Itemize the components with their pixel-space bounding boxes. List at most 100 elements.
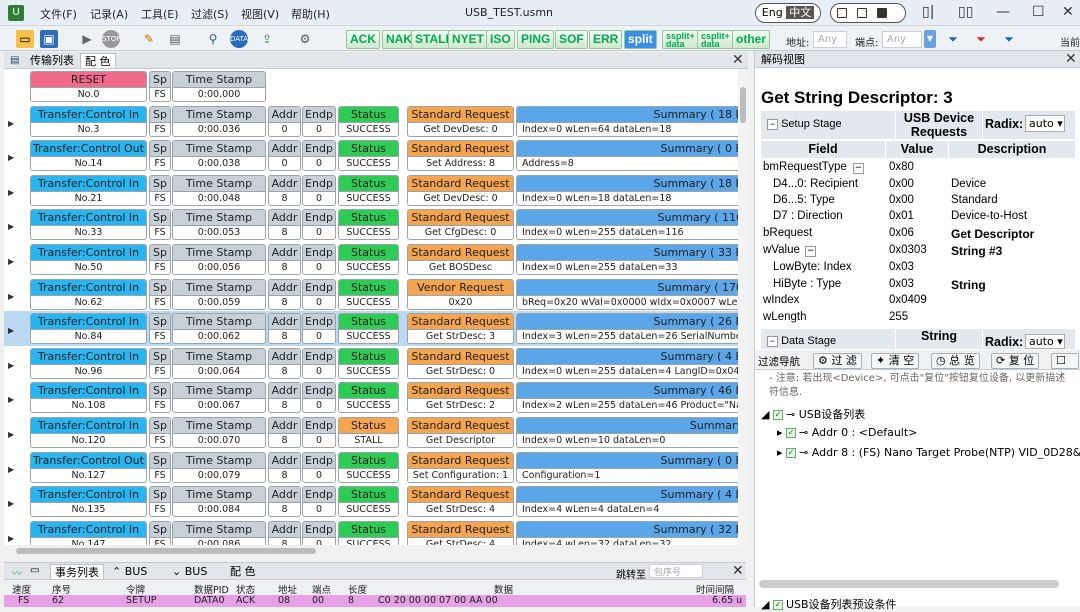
- settings-gear-icon[interactable]: ⚙: [296, 30, 314, 48]
- transfer-row[interactable]: ▶ Transfer:Control In No.21 Sp FS Time Stamp 0…: [4, 173, 744, 208]
- radix-select-2[interactable]: auto ▾: [1025, 334, 1065, 349]
- transaction-column-header[interactable]: 状态: [236, 582, 255, 596]
- edit-icon[interactable]: ✎: [140, 30, 158, 48]
- filter-ack-button[interactable]: ACK: [346, 30, 380, 49]
- reset-row[interactable]: RESET No.0 Sp FS Time Stamp 0:00.000: [4, 69, 744, 104]
- tab-color-scheme[interactable]: 配 色: [80, 53, 116, 68]
- open-folder-icon[interactable]: ▭: [16, 30, 34, 48]
- filter-csplit-data-button[interactable]: csplit+ data: [697, 30, 734, 49]
- close-icon[interactable]: ✕: [1062, 4, 1074, 20]
- expand-arrow-icon[interactable]: ▶: [8, 395, 14, 404]
- layout-icon[interactable]: [837, 8, 847, 18]
- expand-arrow-icon[interactable]: ▶: [8, 430, 14, 439]
- transaction-column-header[interactable]: 速度: [12, 582, 31, 596]
- menu-record[interactable]: 记录(A): [90, 6, 128, 22]
- waveform-icon[interactable]: 〰: [12, 565, 22, 580]
- layout-icon[interactable]: [857, 8, 867, 18]
- collapse-icon[interactable]: −: [767, 335, 778, 347]
- transaction-row[interactable]: FS 62 SETUP DATA0 ACK 08 00 8 C0 20 00 00 07 00 …: [4, 595, 746, 607]
- transfer-list[interactable]: RESET No.0 Sp FS Time Stamp 0:00.000 ▶ Trans…: [4, 69, 744, 545]
- preset-node[interactable]: ◢ ✓ USB设备列表预设条件: [761, 596, 897, 612]
- transaction-column-header[interactable]: 地址: [278, 582, 297, 596]
- list-vertical-scrollbar[interactable]: [738, 69, 748, 545]
- transfer-row[interactable]: ▶ Transfer:Control In No.120 Sp FS Time Stamp…: [4, 415, 744, 450]
- menu-view[interactable]: 视图(V): [241, 6, 279, 22]
- expand-arrow-icon[interactable]: ▶: [8, 153, 14, 162]
- notes-icon[interactable]: ▤: [166, 30, 184, 48]
- export-icon[interactable]: ⇪: [258, 30, 276, 48]
- transfer-row[interactable]: ▶ Transfer:Control In No.62 Sp FS Time Stamp 0…: [4, 277, 744, 312]
- filter-funnel-icon[interactable]: ⏷: [944, 30, 962, 48]
- transfer-row[interactable]: ▶ Transfer:Control Out No.127 Sp FS Time Stam…: [4, 450, 744, 485]
- close-bottom-icon[interactable]: ✕: [732, 563, 744, 579]
- filter-other-button[interactable]: other: [732, 30, 770, 49]
- menu-help[interactable]: 帮助(H): [291, 6, 330, 22]
- panel-icon[interactable]: ▯▯: [958, 4, 973, 20]
- expand-arrow-icon[interactable]: ▶: [8, 534, 14, 543]
- maximize-icon[interactable]: ☐: [1032, 4, 1045, 20]
- collapse-icon[interactable]: −: [805, 246, 816, 257]
- transfer-row[interactable]: ▶ Transfer:Control In No.50 Sp FS Time Stamp 0…: [4, 242, 744, 277]
- layout-switcher[interactable]: [830, 3, 906, 23]
- export-checkbox[interactable]: ☐ 导: [1051, 353, 1079, 369]
- expand-arrow-icon[interactable]: ▶: [8, 465, 14, 474]
- tab-bus-2[interactable]: ⌄ BUS: [168, 564, 211, 579]
- tab-color-scheme-bottom[interactable]: 配 色: [226, 564, 260, 579]
- list-horizontal-scrollbar[interactable]: [4, 545, 744, 557]
- filter-ssplit-data-button[interactable]: ssplit+ data: [662, 30, 699, 49]
- menu-filter[interactable]: 过滤(S): [191, 6, 229, 22]
- expand-arrow-icon[interactable]: ▶: [8, 292, 14, 301]
- filter-split-button[interactable]: split: [624, 30, 657, 49]
- addr8-node[interactable]: ▸ ✓ ⊸ Addr 8 : (FS) Nano Target Probe(NTP…: [777, 446, 1080, 459]
- filter-err-button[interactable]: ERR: [589, 30, 623, 49]
- minimize-icon[interactable]: —: [996, 4, 1010, 20]
- play-icon[interactable]: ▶: [78, 30, 96, 48]
- transfer-row[interactable]: ▶ Transfer:Control In No.147 Sp FS Time Stamp…: [4, 519, 744, 545]
- transfer-row[interactable]: ▶ Transfer:Control In No.33 Sp FS Time Stamp 0…: [4, 207, 744, 242]
- endpoint-input[interactable]: Any: [882, 31, 922, 48]
- tab-bus-1[interactable]: ⌃ BUS: [108, 564, 151, 579]
- transfer-row[interactable]: ▶ Transfer:Control In No.96 Sp FS Time Stamp 0…: [4, 346, 744, 381]
- reset-button[interactable]: ⟳ 复 位: [991, 353, 1040, 369]
- collapse-icon[interactable]: −: [767, 118, 778, 130]
- pin-icon[interactable]: ▯|: [922, 4, 934, 20]
- data-stage-header[interactable]: − Data Stage: [761, 329, 895, 349]
- transfer-row[interactable]: ▶ Transfer:Control In No.3 Sp FS Time Stamp 0:…: [4, 104, 744, 139]
- tab-transaction-list[interactable]: 事务列表: [50, 564, 104, 579]
- expand-arrow-icon[interactable]: ▶: [8, 119, 14, 128]
- transfer-row[interactable]: ▶ Transfer:Control Out No.14 Sp FS Time Stamp…: [4, 138, 744, 173]
- device-list-node[interactable]: ◢ ✓ ⊸ USB设备列表: [761, 406, 865, 422]
- jump-input[interactable]: 包序号: [649, 564, 703, 578]
- clear-filter-icon[interactable]: ⏷: [972, 30, 990, 48]
- transfer-row[interactable]: ▶ Transfer:Control In No.108 Sp FS Time Stamp…: [4, 380, 744, 415]
- expand-arrow-icon[interactable]: ▶: [8, 188, 14, 197]
- transaction-column-header[interactable]: 序号: [52, 582, 71, 596]
- dropdown-icon[interactable]: ▼: [924, 30, 936, 48]
- menu-file[interactable]: 文件(F): [40, 6, 77, 22]
- language-toggle[interactable]: Eng 中文: [755, 3, 821, 23]
- transfer-row[interactable]: ▶ Transfer:Control In No.84 Sp FS Time Stamp 0…: [4, 311, 744, 346]
- address-input[interactable]: Any: [813, 31, 847, 48]
- monitor-icon[interactable]: ▭: [30, 565, 39, 576]
- stop-icon[interactable]: STOP: [102, 30, 120, 48]
- expand-arrow-icon[interactable]: ▶: [8, 499, 14, 508]
- transaction-column-header[interactable]: 数据PID: [194, 582, 229, 596]
- transaction-column-header[interactable]: 时间间隔: [696, 582, 734, 596]
- addr0-node[interactable]: ▸ ✓ ⊸ Addr 0 : <Default>: [777, 426, 917, 439]
- tab-transfer-list[interactable]: 传输列表: [26, 53, 78, 68]
- save-icon[interactable]: ▣: [40, 30, 58, 48]
- expand-arrow-icon[interactable]: ▶: [8, 257, 14, 266]
- search-icon[interactable]: ⚲: [204, 30, 222, 48]
- transaction-column-header[interactable]: 端点: [312, 582, 331, 596]
- expand-icon[interactable]: ◢: [761, 598, 773, 611]
- device-list-checkbox[interactable]: ✓: [772, 410, 783, 420]
- filter-nyet-button[interactable]: NYET: [448, 30, 489, 49]
- close-pane-icon[interactable]: ✕: [732, 52, 744, 68]
- addr0-checkbox[interactable]: ✓: [786, 428, 797, 438]
- transaction-column-header[interactable]: 令牌: [126, 582, 145, 596]
- filter-sof-button[interactable]: SOF: [555, 30, 588, 49]
- addr8-checkbox[interactable]: ✓: [786, 448, 797, 458]
- collapse-icon[interactable]: −: [853, 163, 864, 174]
- filter-hscroll[interactable]: [759, 580, 1059, 588]
- menu-tools[interactable]: 工具(E): [141, 6, 179, 22]
